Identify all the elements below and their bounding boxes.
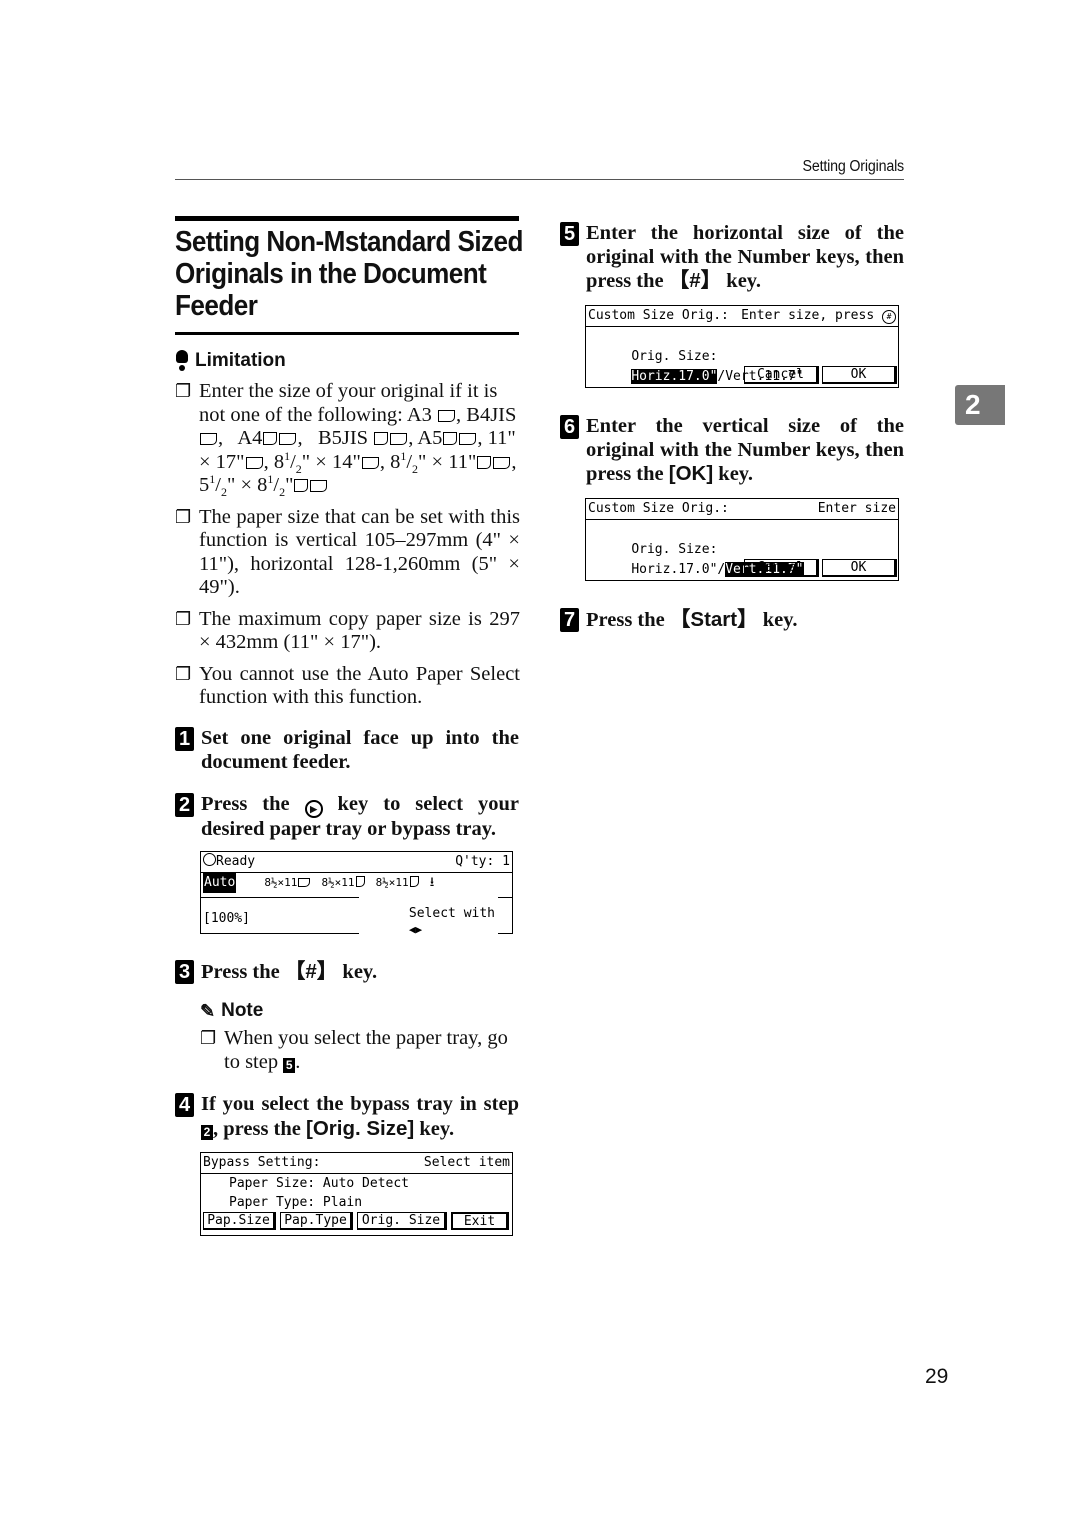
landscape-paper-icon bbox=[493, 456, 511, 469]
ok-button[interactable]: OK bbox=[822, 559, 897, 577]
hash-key: 【#】 bbox=[284, 960, 338, 983]
cancel-button[interactable]: Cancel bbox=[744, 366, 819, 384]
status-text: Ready bbox=[216, 854, 256, 869]
exit-button[interactable]: Exit bbox=[451, 1212, 509, 1230]
start-key: 【Start】 bbox=[669, 608, 758, 631]
ok-key: [OK] bbox=[668, 462, 714, 485]
screen-title: Bypass Setting: bbox=[203, 1155, 321, 1170]
lcd-vertical-size-screen: Custom Size Orig.: Enter size Orig. Size… bbox=[585, 498, 899, 581]
paper-size-line: Paper Size: Auto Detect bbox=[229, 1176, 410, 1191]
quantity-readout: Q'ty: 1 bbox=[455, 854, 510, 869]
portrait-paper-icon bbox=[374, 432, 389, 445]
running-header: Setting Originals bbox=[802, 158, 904, 175]
step-2: 2 Press the ▶ key to select your desired… bbox=[175, 793, 519, 842]
auto-tray-option[interactable]: Auto bbox=[203, 873, 237, 893]
right-arrow-key-icon: ▶ bbox=[304, 800, 323, 818]
screen-hint: Select item bbox=[423, 1155, 510, 1170]
pap-type-button[interactable]: Pap.Type bbox=[280, 1212, 353, 1230]
landscape-paper-icon bbox=[298, 878, 311, 887]
step-reference: 5 bbox=[283, 1057, 296, 1073]
landscape-paper-icon bbox=[438, 409, 456, 422]
step-reference: 2 bbox=[201, 1124, 213, 1140]
page-number: 29 bbox=[925, 1365, 949, 1388]
limitation-item: ❐ Enter the size of your original if it … bbox=[175, 380, 517, 500]
cancel-button[interactable]: Cancel bbox=[744, 559, 819, 577]
horizontal-size-field[interactable]: Horiz.17.0" bbox=[631, 369, 718, 384]
checkbox-bullet-icon: ❐ bbox=[175, 663, 192, 684]
limitation-icon bbox=[175, 350, 189, 372]
header-rule bbox=[175, 179, 904, 180]
checkbox-bullet-icon: ❐ bbox=[200, 1028, 217, 1048]
screen-title: Custom Size Orig.: bbox=[588, 501, 729, 516]
limitation-item: ❐ The paper size that can be set with th… bbox=[175, 505, 520, 599]
lcd-bypass-screen: Bypass Setting: Select item Paper Size: … bbox=[200, 1152, 513, 1236]
step-number: 7 bbox=[560, 608, 579, 632]
lcd-horizontal-size-screen: Custom Size Orig.: Enter size, press # O… bbox=[585, 305, 899, 388]
checkbox-bullet-icon: ❐ bbox=[175, 381, 192, 401]
step-number: 3 bbox=[175, 960, 194, 984]
title-line: Feeder bbox=[175, 290, 258, 322]
limitation-list: ❐ Enter the size of your original if it … bbox=[175, 380, 520, 718]
pap-size-button[interactable]: Pap.Size bbox=[203, 1212, 276, 1230]
orig-size-label: Orig. Size: bbox=[631, 542, 718, 557]
hash-key: 【#】 bbox=[668, 269, 722, 292]
lcd-ready-screen: Ready Q'ty: 1 Auto 8½×11 8½×11 8½×11 ⭳ S… bbox=[200, 851, 513, 954]
landscape-paper-icon bbox=[310, 480, 328, 492]
step-number: 6 bbox=[560, 415, 579, 439]
status-circle-icon bbox=[203, 853, 216, 866]
orig-size-label: Orig. Size: bbox=[631, 349, 718, 364]
step-number: 1 bbox=[175, 727, 194, 751]
landscape-paper-icon bbox=[390, 433, 408, 445]
note-label: Note bbox=[221, 1000, 264, 1021]
step-4: 4 If you select the bypass tray in step … bbox=[175, 1093, 519, 1141]
portrait-paper-icon bbox=[355, 876, 365, 887]
limitation-item: ❐ The maximum copy paper size is 297 × 4… bbox=[175, 607, 520, 654]
paper-type-line: Paper Type: Plain bbox=[229, 1195, 363, 1210]
step-number: 5 bbox=[560, 222, 579, 246]
landscape-paper-icon bbox=[459, 433, 477, 445]
checkbox-bullet-icon: ❐ bbox=[175, 608, 192, 629]
pencil-icon: ✎ bbox=[200, 1000, 216, 1021]
tray-option[interactable]: 8½×11 bbox=[264, 873, 311, 893]
hash-key-icon: # bbox=[882, 310, 896, 324]
section-title: Setting Non-Mstandard Sized Originals in… bbox=[175, 226, 523, 322]
limitation-heading: Limitation bbox=[175, 350, 286, 372]
landscape-paper-icon bbox=[279, 433, 297, 445]
landscape-paper-icon bbox=[361, 456, 379, 469]
note-item: ❐ When you select the paper tray, go to … bbox=[200, 1027, 508, 1073]
step-5: 5 Enter the horizontal size of the origi… bbox=[560, 222, 904, 294]
step-6: 6 Enter the vertical size of the origina… bbox=[560, 415, 904, 487]
note-heading: ✎ Note bbox=[200, 1000, 263, 1022]
portrait-paper-icon bbox=[443, 432, 458, 445]
ratio-readout: [100%] bbox=[203, 911, 250, 926]
portrait-paper-icon bbox=[294, 479, 309, 492]
step-number: 4 bbox=[175, 1093, 194, 1117]
screen-hint: Enter size bbox=[817, 501, 896, 516]
title-top-rule bbox=[175, 216, 519, 221]
orig-size-key: [Orig. Size] bbox=[306, 1116, 415, 1140]
landscape-paper-icon bbox=[245, 456, 263, 469]
portrait-paper-icon bbox=[409, 876, 419, 887]
step-3: 3 Press the 【#】 key. bbox=[175, 960, 519, 985]
step-1: 1 Set one original face up into the docu… bbox=[175, 727, 519, 774]
limitation-item: ❐ You cannot use the Auto Paper Select f… bbox=[175, 662, 520, 709]
screen-title: Custom Size Orig.: bbox=[588, 308, 729, 323]
title-bottom-rule bbox=[175, 332, 519, 335]
title-line: Originals in the Document bbox=[175, 258, 487, 290]
limitation-label: Limitation bbox=[195, 350, 286, 371]
checkbox-bullet-icon: ❐ bbox=[175, 506, 192, 527]
step-number: 2 bbox=[175, 793, 194, 817]
portrait-paper-icon bbox=[263, 432, 278, 445]
ok-button[interactable]: OK bbox=[822, 366, 897, 384]
portrait-paper-icon bbox=[477, 455, 492, 469]
orig-size-button[interactable]: Orig. Size bbox=[357, 1212, 447, 1230]
title-line: Setting Non-Mstandard Sized bbox=[175, 226, 523, 258]
landscape-paper-icon bbox=[200, 433, 217, 445]
screen-hint: Enter size, press bbox=[741, 308, 875, 323]
chapter-tab: 2 bbox=[955, 385, 1005, 425]
horizontal-size-field[interactable]: Horiz.17.0" bbox=[631, 562, 717, 577]
step-7: 7 Press the 【Start】 key. bbox=[560, 608, 904, 633]
